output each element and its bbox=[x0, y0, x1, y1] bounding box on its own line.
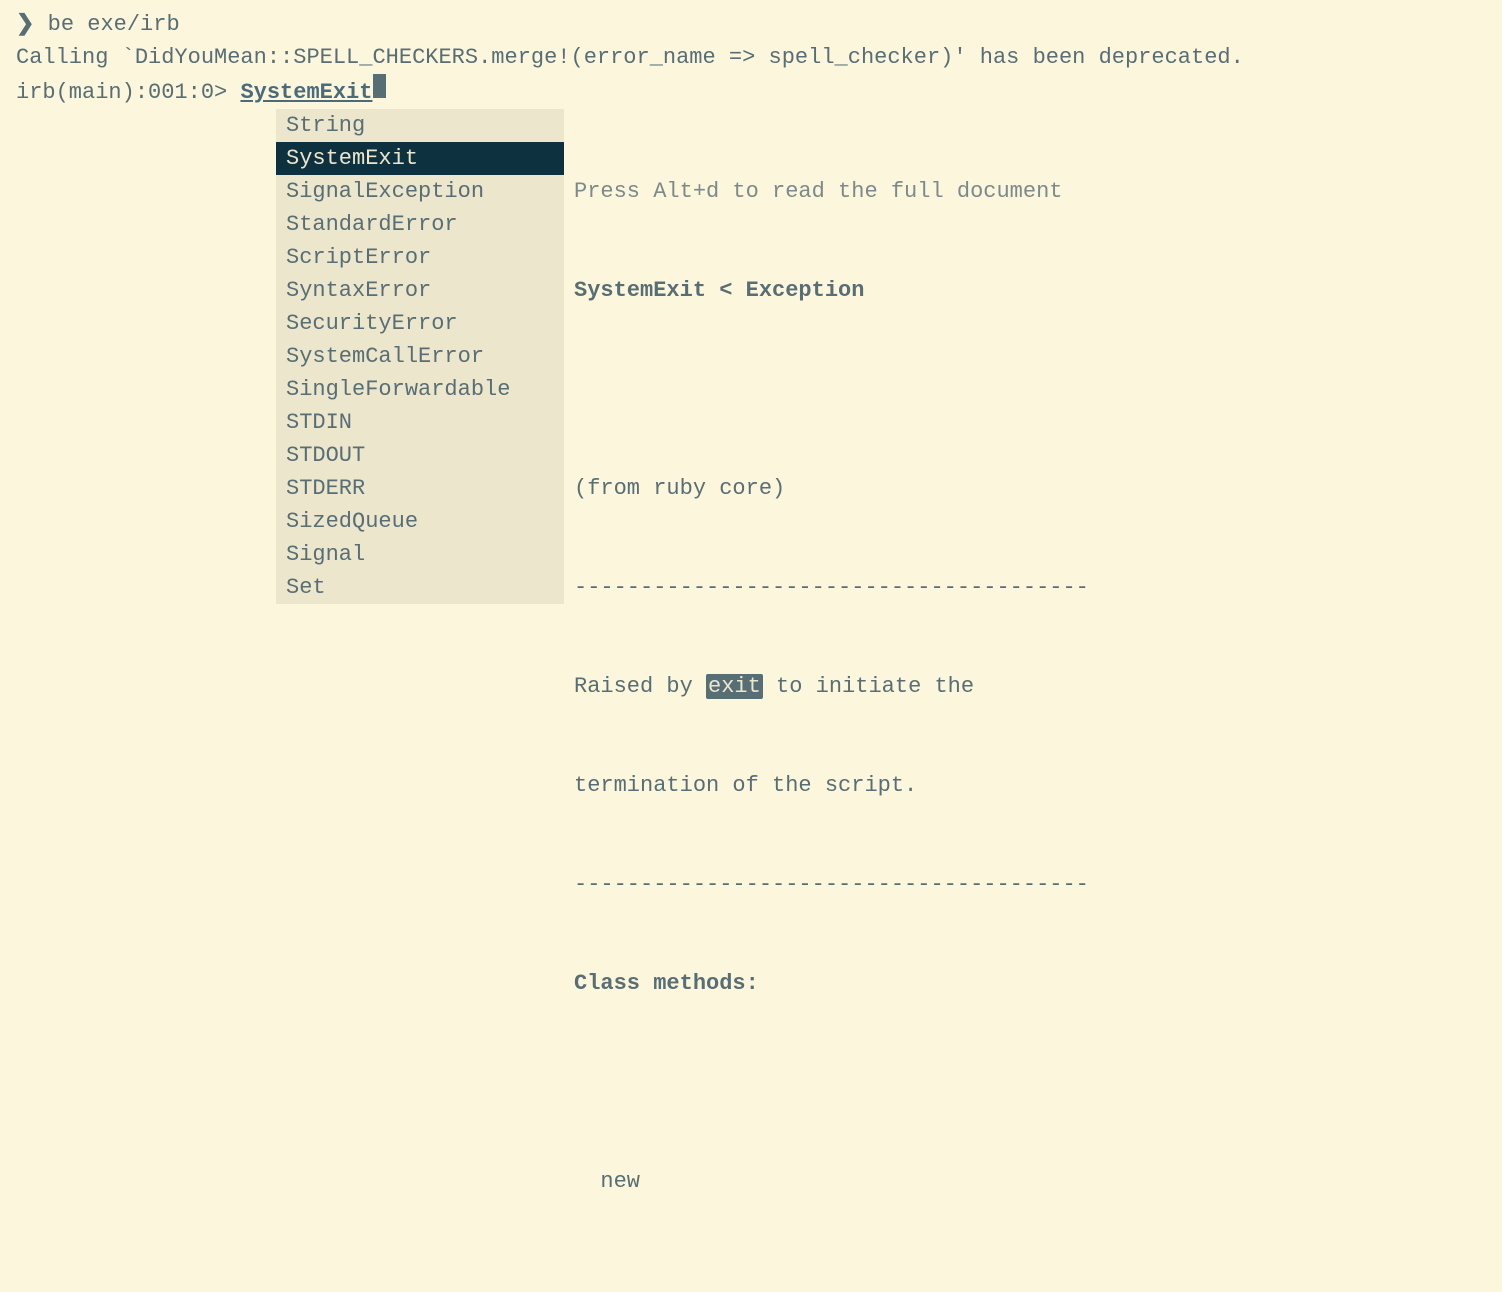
completion-item[interactable]: Signal bbox=[276, 538, 564, 571]
doc-blank bbox=[574, 1066, 1089, 1099]
completion-popup: StringSystemExitSignalExceptionStandardE… bbox=[276, 109, 1486, 1292]
completion-item[interactable]: SystemCallError bbox=[276, 340, 564, 373]
doc-description-line: Raised by exit to initiate the bbox=[574, 670, 1089, 703]
doc-hint: Press Alt+d to read the full document bbox=[574, 175, 1089, 208]
completion-item[interactable]: STDERR bbox=[276, 472, 564, 505]
completion-item[interactable]: SyntaxError bbox=[276, 274, 564, 307]
completion-item[interactable]: STDOUT bbox=[276, 439, 564, 472]
doc-source: (from ruby core) bbox=[574, 472, 1089, 505]
shell-output-line: Calling `DidYouMean::SPELL_CHECKERS.merg… bbox=[16, 41, 1486, 74]
doc-blank bbox=[574, 373, 1089, 406]
doc-class-methods-heading: Class methods: bbox=[574, 967, 1089, 1000]
completion-item[interactable]: SizedQueue bbox=[276, 505, 564, 538]
completion-item[interactable]: StandardError bbox=[276, 208, 564, 241]
shell-prompt-line: ❯ be exe/irb bbox=[16, 8, 1486, 41]
completion-item[interactable]: SecurityError bbox=[276, 307, 564, 340]
cursor bbox=[373, 74, 386, 98]
completion-item[interactable]: ScriptError bbox=[276, 241, 564, 274]
irb-prompt-line[interactable]: irb(main):001:0> SystemExit bbox=[16, 74, 1486, 109]
shell-command: be exe/irb bbox=[48, 12, 180, 37]
completion-item[interactable]: STDIN bbox=[276, 406, 564, 439]
irb-input-text[interactable]: SystemExit bbox=[240, 76, 372, 109]
completion-item[interactable]: Set bbox=[276, 571, 564, 604]
doc-class-methods-list: new bbox=[574, 1165, 1089, 1198]
completion-item[interactable]: SignalException bbox=[276, 175, 564, 208]
shell-prompt-symbol: ❯ bbox=[16, 12, 48, 37]
doc-divider: --------------------------------------- bbox=[574, 868, 1089, 901]
doc-divider: --------------------------------------- bbox=[574, 571, 1089, 604]
doc-blank bbox=[574, 1264, 1089, 1292]
completion-item[interactable]: String bbox=[276, 109, 564, 142]
doc-description-line: termination of the script. bbox=[574, 769, 1089, 802]
irb-prompt: irb(main):001:0> bbox=[16, 76, 240, 109]
doc-title: SystemExit < Exception bbox=[574, 274, 1089, 307]
completion-item[interactable]: SingleForwardable bbox=[276, 373, 564, 406]
doc-panel: Press Alt+d to read the full document Sy… bbox=[564, 109, 1089, 1292]
completion-item[interactable]: SystemExit bbox=[276, 142, 564, 175]
completion-list[interactable]: StringSystemExitSignalExceptionStandardE… bbox=[276, 109, 564, 604]
doc-keyword-highlight: exit bbox=[706, 674, 763, 699]
